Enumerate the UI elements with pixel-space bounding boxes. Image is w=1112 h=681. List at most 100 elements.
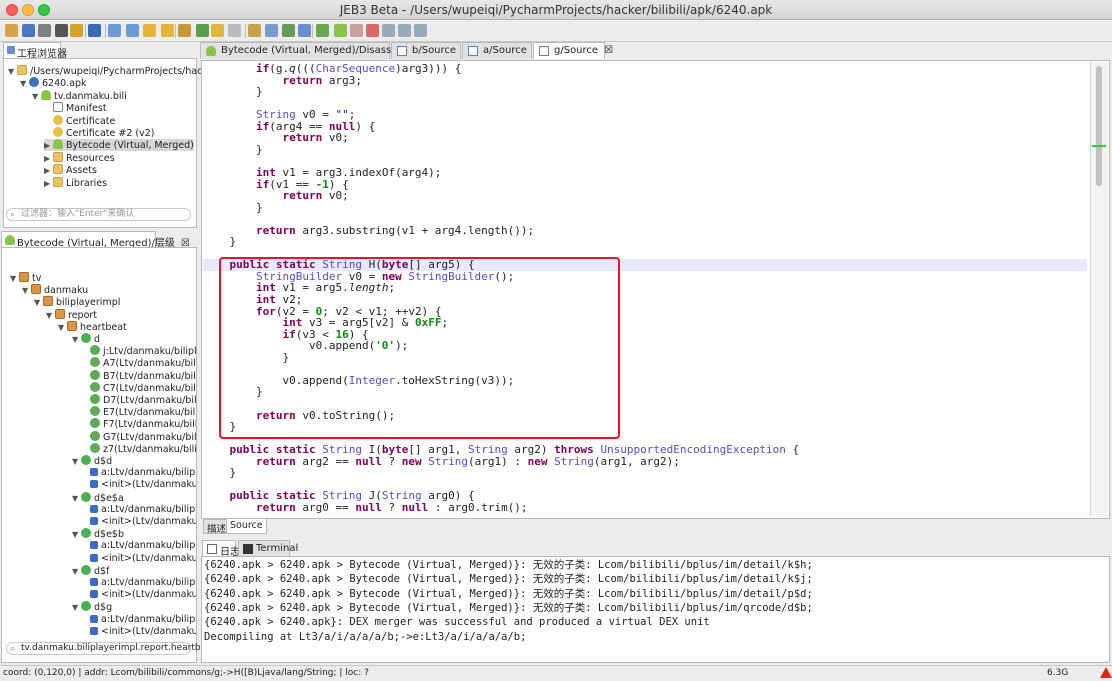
hierarchy-tree-item[interactable]: ▼ d$d [72,455,196,467]
project-tree-item[interactable]: Certificate #2 (v2) [44,127,154,139]
wrench-icon[interactable] [38,24,51,37]
play-icon[interactable] [334,24,347,37]
hierarchy-tree-item[interactable]: A7(Ltv/danmaku/biliplay [90,357,196,369]
pencil-icon[interactable] [211,24,224,37]
hierarchy-tree-item[interactable]: j:Ltv/danmaku/biliplaye [90,345,196,357]
expand-arrow-icon[interactable]: ▼ [20,78,29,90]
field-icon [90,578,98,586]
pause-icon[interactable] [350,24,363,37]
project-tree-item[interactable]: ▶ Assets [44,164,97,176]
hierarchy-tree-item[interactable]: F7(Ltv/danmaku/biliplay [90,418,196,430]
project-tree-item[interactable]: ▶ Libraries [44,176,107,190]
expand-arrow-icon[interactable]: ▼ [34,297,43,308]
package-icon [55,308,65,319]
hierarchy-tree-item[interactable]: ▼ heartbeat [58,320,196,333]
export-icon[interactable] [126,24,139,37]
collapse-arrow-icon[interactable]: ▶ [44,165,53,177]
graph-icon[interactable] [282,24,295,37]
tab-b-source[interactable]: b/Source [391,42,461,59]
document-icon[interactable] [228,24,241,37]
hierarchy-tree-item[interactable]: B7(Ltv/danmaku/biliplay [90,369,196,382]
hierarchy-tree-item[interactable]: <init>(Ltv/danmaku/bil [90,516,196,528]
expand-arrow-icon[interactable]: ▼ [72,602,81,613]
expand-arrow-icon[interactable]: ▼ [72,456,81,467]
package-icon[interactable] [178,24,191,37]
hierarchy-tree-item[interactable]: E7(Ltv/danmaku/biliplay [90,406,196,418]
tab-disassembly[interactable]: Bytecode (Virtual, Merged)/Disassembly [200,42,422,59]
hierarchy-tree-item[interactable]: <init>(Ltv/danmaku/bil [90,589,196,601]
hierarchy-tree-item[interactable]: a:Ltv/danmaku/biliplaye [90,577,196,589]
project-tree-item[interactable]: ▶ Resources [44,151,115,165]
back-icon[interactable] [143,24,156,37]
tab-log[interactable]: 日志 [202,540,240,558]
hierarchy-tree-label: <init>(Ltv/danmaku/bil [101,516,196,527]
hierarchy-tree-item[interactable]: ▼ danmaku [22,284,196,296]
project-tree-item[interactable]: Certificate [44,114,115,127]
project-tree-item[interactable]: ▼ /Users/wupeiqi/PycharmProjects/hacker/b [8,65,226,77]
step-over-icon[interactable] [398,24,411,37]
hierarchy-tree-item[interactable]: ▼ d$f [72,564,196,577]
save-icon[interactable] [22,24,35,37]
expand-arrow-icon[interactable]: ▼ [72,334,81,345]
stack-icon[interactable] [298,24,311,37]
project-tree-item[interactable]: ▶ Bytecode (Virtual, Merged) [44,139,194,152]
hierarchy-tree-item[interactable]: ▼ d$e$b [72,528,196,540]
project-tree-item[interactable]: Manifest [44,102,107,114]
project-tree-item[interactable]: ▼ tv.danmaku.bili [32,89,127,103]
expand-arrow-icon[interactable]: ▼ [72,529,81,540]
hierarchy-tree-item[interactable]: <init>(Ltv/danmaku/bil [90,626,196,638]
expand-arrow-icon[interactable]: ▼ [72,566,81,577]
expand-arrow-icon[interactable]: ▼ [32,91,41,103]
expand-arrow-icon[interactable]: ▼ [10,273,19,284]
hierarchy-tree-item[interactable]: a:Ltv/danmaku/biliplaye [90,540,196,552]
hierarchy-tree-item[interactable]: ▼ d$g [72,601,196,613]
tab-hierarchy[interactable]: Bytecode (Virtual, Merged)/层级 ☒ [1,231,190,249]
open-folder-icon[interactable] [5,24,18,37]
hierarchy-tree-item[interactable]: z7(Ltv/danmaku/biliplay [90,442,196,455]
tab-terminal[interactable]: Terminal [238,540,298,557]
tab-a-source[interactable]: a/Source [462,42,532,59]
hierarchy-tree-item[interactable]: <init>(Ltv/danmaku/bil [90,479,196,491]
hierarchy-tree-item[interactable]: ▼ d [72,333,196,345]
collapse-arrow-icon[interactable]: ▶ [44,178,53,190]
debug-icon[interactable] [316,24,329,37]
hierarchy-tree-item[interactable]: a:Ltv/danmaku/biliplaye [90,504,196,516]
copy-icon[interactable] [265,24,278,37]
tab-project-explorer[interactable]: 工程浏览器 [3,42,67,60]
expand-arrow-icon[interactable]: ▼ [46,310,55,321]
hierarchy-tree-item[interactable]: ▼ report [46,308,196,321]
table-icon[interactable] [248,24,261,37]
expand-arrow-icon[interactable]: ▼ [22,285,31,296]
project-tree-item[interactable]: ▼ 6240.apk [20,77,87,89]
comment-icon[interactable] [196,24,209,37]
hierarchy-tree-item[interactable]: <init>(Ltv/danmaku/bil [90,553,196,565]
step-into-icon[interactable] [382,24,395,37]
project-filter-input[interactable]: ⌕ 过滤器：输入"Enter"来确认 [6,208,191,221]
globe-icon[interactable] [88,24,101,37]
expand-arrow-icon[interactable]: ▼ [8,66,17,78]
hierarchy-tree-item[interactable]: a:Ltv/danmaku/biliplaye [90,614,196,626]
hierarchy-tree-item[interactable]: C7(Ltv/danmaku/biliplay [90,381,196,394]
editor-scrollbar-thumb[interactable] [1096,66,1102,186]
hierarchy-tree-item[interactable]: a:Ltv/danmaku/biliplaye [90,467,196,479]
forward-icon[interactable] [161,24,174,37]
close-tab-icon[interactable]: ☒ [604,45,613,56]
hammer-icon[interactable] [55,24,68,37]
hierarchy-tree-item[interactable]: ▼ tv [10,272,196,284]
hierarchy-tree-item[interactable]: G7(Ltv/danmaku/biliplay [90,430,196,443]
tab-g-source[interactable]: g/Source ☒ [533,42,613,59]
hierarchy-filter-input[interactable]: ⌕ tv.danmaku.biliplayerimpl.report.heart… [6,642,206,655]
import-icon[interactable] [108,24,121,37]
hierarchy-tree-item[interactable]: D7(Ltv/danmaku/biliplay [90,394,196,406]
hierarchy-tree-item[interactable]: ▼ d$e$a [72,491,196,504]
expand-arrow-icon[interactable]: ▼ [72,493,81,504]
step-out-icon[interactable] [414,24,427,37]
bomb-icon[interactable] [70,24,83,37]
stop-icon[interactable] [366,24,379,37]
collapse-arrow-icon[interactable]: ▶ [44,140,53,152]
console-output[interactable]: {6240.apk > 6240.apk > Bytecode (Virtual… [201,556,1110,663]
tab-source[interactable]: Source [226,519,267,534]
expand-arrow-icon[interactable]: ▼ [58,322,67,333]
collapse-arrow-icon[interactable]: ▶ [44,153,53,165]
hierarchy-tree-item[interactable]: ▼ biliplayerimpl [34,296,196,308]
